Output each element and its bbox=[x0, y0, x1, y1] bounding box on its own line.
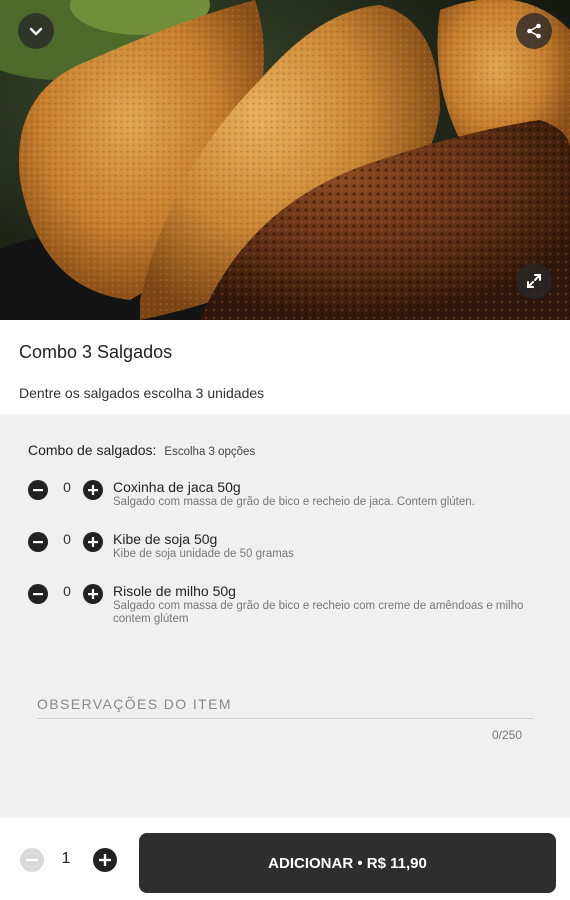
option-item: 0 Coxinha de jaca 50g Salgado com massa … bbox=[28, 479, 548, 529]
product-description: Dentre os salgados escolha 3 unidades bbox=[19, 385, 265, 401]
product-info: Combo 3 Salgados Dentre os salgados esco… bbox=[0, 320, 570, 414]
minus-circle-icon[interactable] bbox=[28, 584, 48, 604]
option-quantity: 0 bbox=[63, 583, 71, 599]
footer-bar: 1 ADICIONAR • R$ 11,90 bbox=[0, 818, 570, 900]
product-image bbox=[0, 0, 570, 320]
option-group-hint: Escolha 3 opções bbox=[164, 446, 256, 458]
food-photo bbox=[0, 0, 570, 320]
option-description: Salgado com massa de grão de bico e rech… bbox=[113, 496, 475, 508]
product-title: Combo 3 Salgados bbox=[19, 342, 173, 362]
observations-field[interactable]: OBSERVAÇÕES DO ITEM bbox=[37, 696, 232, 712]
plus-circle-icon[interactable] bbox=[83, 584, 103, 604]
plus-circle-icon[interactable] bbox=[83, 532, 103, 552]
chevron-down-icon bbox=[29, 27, 43, 36]
option-description: Kibe de soja unidade de 50 gramas bbox=[113, 548, 294, 560]
minus-circle-icon[interactable] bbox=[28, 480, 48, 500]
option-name: Coxinha de jaca 50g bbox=[113, 479, 241, 495]
share-icon bbox=[527, 23, 541, 39]
add-to-cart-button[interactable]: ADICIONAR • R$ 11,90 bbox=[139, 833, 556, 893]
option-group-title: Combo de salgados: bbox=[28, 442, 157, 458]
option-name: Risole de milho 50g bbox=[113, 583, 236, 599]
observations-underline bbox=[37, 718, 533, 719]
minus-circle-icon[interactable] bbox=[20, 848, 44, 872]
option-item: 0 Kibe de soja 50g Kibe de soja unidade … bbox=[28, 531, 548, 581]
option-group-header: Combo de salgados: Escolha 3 opções bbox=[28, 442, 255, 458]
option-description: Salgado com massa de grão de bico e rech… bbox=[113, 600, 524, 625]
minus-circle-icon[interactable] bbox=[28, 532, 48, 552]
plus-circle-icon[interactable] bbox=[93, 848, 117, 872]
option-quantity: 0 bbox=[63, 479, 71, 495]
option-quantity: 0 bbox=[63, 531, 71, 547]
share-button[interactable] bbox=[516, 13, 552, 49]
item-quantity: 1 bbox=[61, 850, 71, 867]
collapse-button[interactable] bbox=[18, 13, 54, 49]
option-item: 0 Risole de milho 50g Salgado com massa … bbox=[28, 583, 548, 633]
option-name: Kibe de soja 50g bbox=[113, 531, 218, 547]
expand-image-button[interactable] bbox=[516, 263, 552, 299]
expand-icon bbox=[527, 274, 541, 288]
options-panel: Combo de salgados: Escolha 3 opções 0 Co… bbox=[0, 414, 570, 818]
observations-counter: 0/250 bbox=[491, 728, 522, 742]
plus-circle-icon[interactable] bbox=[83, 480, 103, 500]
